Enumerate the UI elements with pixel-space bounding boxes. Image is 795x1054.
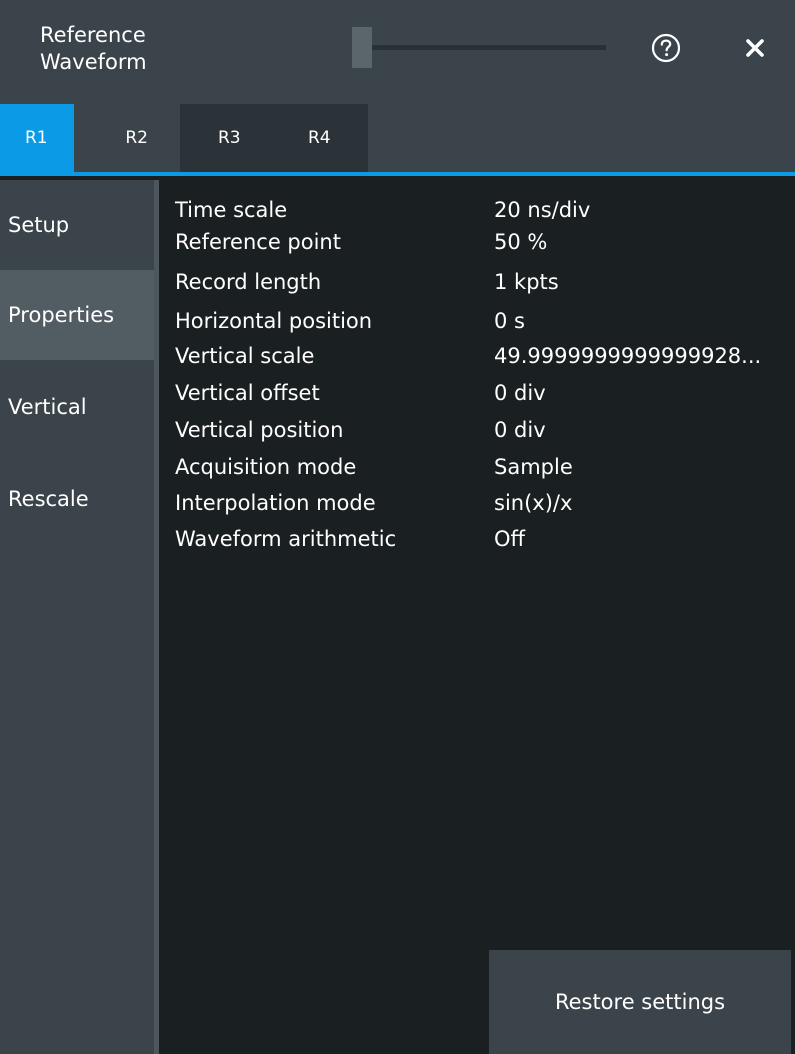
tab-r2[interactable]: R2 xyxy=(74,104,162,172)
property-label: Interpolation mode xyxy=(175,491,376,515)
property-label: Vertical offset xyxy=(175,381,320,405)
property-row: Waveform arithmetic Off xyxy=(175,525,795,554)
sidebar-item-properties[interactable]: Properties xyxy=(0,270,154,360)
panel-divider xyxy=(154,180,159,1054)
property-value: 50 % xyxy=(494,230,548,254)
dialog-title-line1: Reference xyxy=(40,23,146,47)
property-row: Interpolation mode sin(x)/x xyxy=(175,489,795,518)
title-bar: Reference Waveform xyxy=(0,0,795,104)
property-value: 0 div xyxy=(494,418,546,442)
tab-r1[interactable]: R1 xyxy=(0,104,74,172)
property-label: Record length xyxy=(175,270,322,294)
property-label: Acquisition mode xyxy=(175,455,357,479)
property-value: Sample xyxy=(494,455,573,479)
property-row: Vertical scale 49.9999999999999928... xyxy=(175,342,795,371)
property-value: Off xyxy=(494,527,525,551)
sidebar-item-vertical[interactable]: Vertical xyxy=(0,362,154,452)
dialog-title-line2: Waveform xyxy=(40,50,147,74)
restore-settings-button[interactable]: Restore settings xyxy=(489,950,791,1054)
property-row: Vertical offset 0 div xyxy=(175,379,795,408)
property-label: Reference point xyxy=(175,230,341,254)
property-value: 0 s xyxy=(494,309,525,333)
close-icon[interactable] xyxy=(741,34,769,62)
tab-bar: R1 R2 R3 R4 xyxy=(0,104,795,172)
property-row: Vertical position 0 div xyxy=(175,416,795,445)
transparency-slider-handle[interactable] xyxy=(352,27,372,68)
property-row: Horizontal position 0 s xyxy=(175,307,795,336)
property-row: Reference point 50 % xyxy=(175,228,795,257)
sidebar-item-rescale[interactable]: Rescale xyxy=(0,454,154,544)
property-value: 1 kpts xyxy=(494,270,559,294)
property-value: 20 ns/div xyxy=(494,198,591,222)
sidebar-item-setup[interactable]: Setup xyxy=(0,180,154,270)
property-label: Time scale xyxy=(175,198,288,222)
property-label: Horizontal position xyxy=(175,309,373,333)
transparency-slider-track[interactable] xyxy=(352,45,606,50)
property-row: Time scale 20 ns/div xyxy=(175,196,795,225)
property-label: Vertical scale xyxy=(175,344,315,368)
help-circle-icon[interactable] xyxy=(650,32,682,64)
tab-r4[interactable]: R4 xyxy=(276,104,368,172)
dialog-title: Reference Waveform xyxy=(40,22,147,76)
property-label: Vertical position xyxy=(175,418,344,442)
tab-r3[interactable]: R3 xyxy=(180,104,276,172)
tab-underline xyxy=(0,172,795,176)
property-row: Record length 1 kpts xyxy=(175,268,795,297)
property-row: Acquisition mode Sample xyxy=(175,453,795,482)
property-value: 0 div xyxy=(494,381,546,405)
property-label: Waveform arithmetic xyxy=(175,527,397,551)
property-value: sin(x)/x xyxy=(494,491,573,515)
sidebar: Setup Properties Vertical Rescale xyxy=(0,180,154,1054)
property-value: 49.9999999999999928... xyxy=(494,344,762,368)
